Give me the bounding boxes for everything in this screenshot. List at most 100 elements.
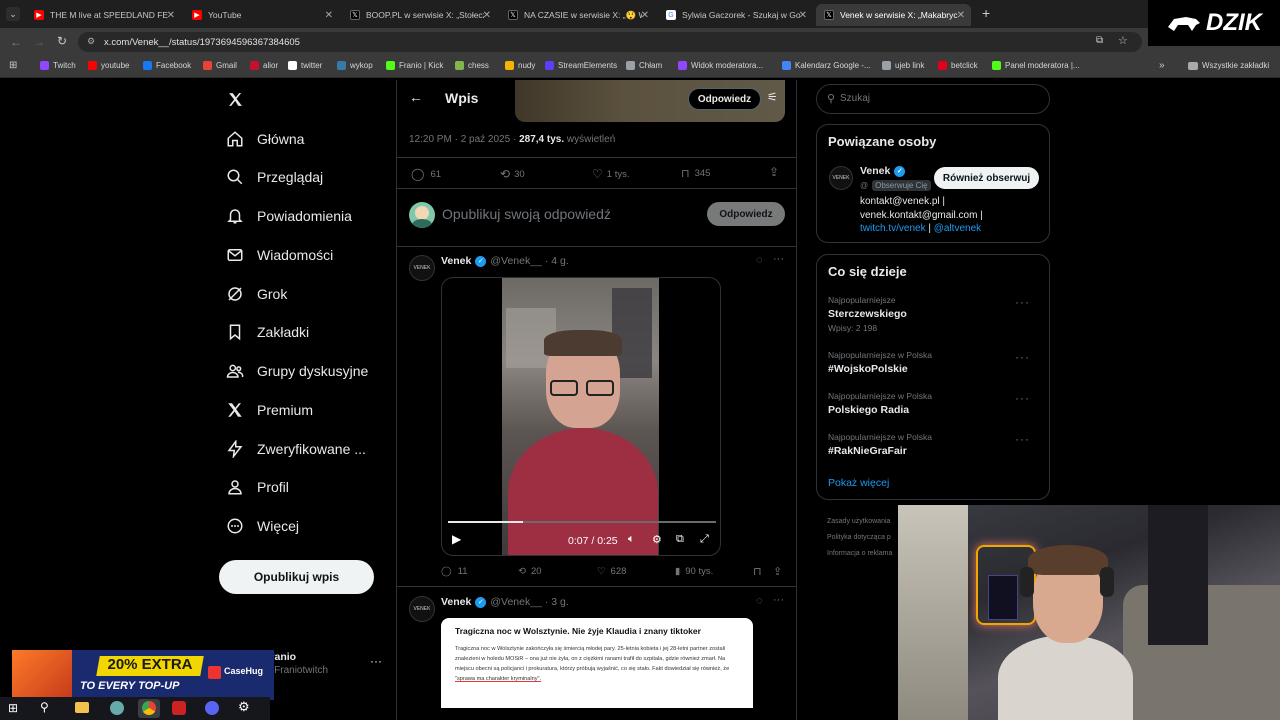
account-menu-icon[interactable]: ···	[370, 654, 382, 668]
bookmark-item[interactable]: Franio | Kick	[386, 61, 443, 70]
nav-item-10[interactable]: Profil	[226, 478, 289, 496]
x-logo-icon[interactable]	[227, 91, 244, 108]
volume-icon[interactable]: 🔈︎	[628, 533, 635, 546]
grok-icon[interactable]: ◌	[756, 595, 763, 607]
twitch-link[interactable]: twitch.tv/venek	[860, 223, 926, 234]
video-progress-track[interactable]	[448, 521, 716, 523]
file-explorer-icon[interactable]	[75, 702, 89, 713]
all-bookmarks-button[interactable]: Wszystkie zakładki	[1188, 61, 1269, 70]
nav-item-3[interactable]: Powiadomienia	[226, 207, 352, 225]
nav-item-1[interactable]: Główna	[226, 130, 304, 148]
windows-start-icon[interactable]: ⊞	[8, 701, 18, 715]
tab-search-icon[interactable]: ⌄	[6, 7, 20, 21]
browser-tab[interactable]: 𝕏 NA CZASIE w serwisie X: „😲 W ✕	[500, 4, 655, 26]
browser-tab[interactable]: ▶ THE M live at SPEEDLAND FEST ✕	[26, 4, 181, 26]
nav-item-7[interactable]: Grupy dyskusyjne	[226, 362, 368, 380]
more-options-icon[interactable]: ···	[773, 594, 784, 606]
close-tab-icon[interactable]: ✕	[483, 10, 491, 21]
close-tab-icon[interactable]: ✕	[167, 10, 175, 21]
browser-tab[interactable]: G Sylwia Gaczorek - Szukaj w Goo ✕	[658, 4, 813, 26]
address-bar[interactable]: ⚙ x.com/Venek__/status/19736945963673846…	[78, 32, 1142, 52]
bookmarks-more-button[interactable]: »	[1159, 60, 1165, 71]
chrome-taskbar-button[interactable]	[138, 699, 160, 718]
back-arrow-icon[interactable]: ←	[10, 35, 22, 49]
taskbar-search-icon[interactable]: ⚲	[40, 700, 49, 714]
nav-item-5[interactable]: Grok	[226, 285, 287, 303]
bookmark-item[interactable]: Twitch	[40, 61, 76, 70]
settings-gear-icon[interactable]: ⚙	[652, 533, 662, 546]
author-name[interactable]: Venek	[441, 255, 471, 267]
grok-icon[interactable]: ◌	[756, 254, 763, 266]
reply-input[interactable]: Opublikuj swoją odpowiedź	[442, 206, 611, 222]
bookmark-item[interactable]: Widok moderatora...	[678, 61, 763, 70]
sliders-icon[interactable]: ⚟	[767, 90, 778, 104]
reply-submit-button[interactable]: Odpowiedz	[707, 202, 785, 226]
trend-item[interactable]: Najpopularniejsze w Polska #RakNieGraFair…	[828, 432, 1038, 457]
close-tab-icon[interactable]: ✕	[799, 10, 807, 21]
casehug-ad-banner[interactable]: 20% EXTRA TO EVERY TOP-UP CaseHug	[12, 650, 274, 700]
reload-icon[interactable]: ↻	[57, 34, 67, 48]
browser-tab[interactable]: 𝕏 BOOP.PL w serwisie X: „Stołeczn ✕	[342, 4, 497, 26]
bookmark-item[interactable]: Kalendarz Google -...	[782, 61, 871, 70]
pip-icon[interactable]: ⧉	[676, 533, 684, 546]
browser-tab[interactable]: 𝕏 Venek w serwisie X: „Makabryc ✕	[816, 4, 971, 26]
bookmark-icon[interactable]: ⊓	[753, 565, 762, 578]
bookmark-item[interactable]: Facebook	[143, 61, 191, 70]
bookmark-item[interactable]: twitter	[288, 61, 322, 70]
venek-avatar[interactable]: VENEK	[409, 596, 435, 622]
bookmark-item[interactable]: ujeb link	[882, 61, 924, 70]
bookmark-item[interactable]: StreamElements	[545, 61, 617, 70]
nav-item-11[interactable]: Więcej	[226, 517, 299, 535]
reply1-reply-count[interactable]: ◯ 11	[441, 566, 468, 577]
bookmark-item[interactable]: wykop	[337, 61, 373, 70]
author-name[interactable]: Venek	[441, 596, 471, 608]
more-options-icon[interactable]: ···	[773, 253, 784, 265]
trend-item[interactable]: Najpopularniejsze Sterczewskiego Wpisy: 2 …	[828, 295, 1038, 333]
reply1-repost-count[interactable]: ⟲ 20	[518, 566, 542, 577]
video-player[interactable]: ▶ 0:07 / 0:25 🔈︎ ⚙ ⧉ ⤢	[441, 277, 721, 556]
reply-count[interactable]: ◯ 61	[411, 167, 441, 181]
bookmark-item[interactable]: alior	[250, 61, 278, 70]
back-arrow-icon[interactable]: ←	[409, 89, 423, 105]
play-icon[interactable]: ▶	[452, 532, 461, 546]
taskbar-app-icon[interactable]	[110, 701, 124, 715]
new-tab-button[interactable]: +	[982, 5, 990, 21]
repost-count[interactable]: ⟲ 30	[500, 167, 525, 181]
nav-item-9[interactable]: Zweryfikowane ...	[226, 440, 366, 458]
close-tab-icon[interactable]: ✕	[641, 10, 649, 21]
install-app-icon[interactable]: ⧉	[1096, 35, 1103, 46]
close-tab-icon[interactable]: ✕	[325, 10, 333, 21]
venek-avatar[interactable]: VENEK	[409, 255, 435, 281]
more-options-icon[interactable]: ···	[1015, 432, 1030, 446]
trend-item[interactable]: Najpopularniejsze w Polska Polskiego Radi…	[828, 391, 1038, 416]
nav-item-8[interactable]: Premium	[226, 401, 313, 419]
more-options-icon[interactable]: ···	[1015, 391, 1030, 405]
bookmark-item[interactable]: chess	[455, 61, 489, 70]
site-info-icon[interactable]: ⚙	[87, 36, 95, 47]
footer-policy-link[interactable]: Polityka dotycząca p	[827, 530, 892, 546]
altvenek-link[interactable]: @altvenek	[934, 223, 981, 234]
venek-avatar[interactable]: VENEK	[829, 166, 853, 190]
reply1-like-count[interactable]: ♡ 628	[597, 566, 626, 577]
footer-ads-link[interactable]: Informacja o reklama	[827, 546, 892, 562]
close-tab-icon[interactable]: ✕	[957, 10, 965, 21]
more-options-icon[interactable]: ···	[1015, 295, 1030, 309]
discord-icon[interactable]	[205, 701, 219, 715]
settings-gear-icon[interactable]: ⚙	[238, 699, 250, 715]
nav-item-4[interactable]: Wiadomości	[226, 246, 333, 264]
show-more-link[interactable]: Pokaż więcej	[828, 477, 889, 489]
bookmark-item[interactable]: youtube	[88, 61, 129, 70]
share-icon[interactable]: ⇪	[773, 565, 782, 578]
more-options-icon[interactable]: ···	[1015, 350, 1030, 364]
star-icon[interactable]: ☆	[1118, 34, 1128, 47]
nav-item-2[interactable]: Przeglądaj	[226, 168, 323, 186]
post-button[interactable]: Opublikuj wpis	[219, 560, 374, 594]
apps-grid-icon[interactable]: ⊞	[9, 60, 17, 71]
nav-item-6[interactable]: Zakładki	[226, 323, 309, 341]
bookmark-item[interactable]: Panel moderatora |...	[992, 61, 1080, 70]
article-screenshot[interactable]: Tragiczna noc w Wolsztynie. Nie żyje Kla…	[441, 618, 753, 708]
bookmark-item[interactable]: betclick	[938, 61, 978, 70]
fullscreen-icon[interactable]: ⤢	[700, 533, 709, 546]
search-input[interactable]: ⚲ Szukaj	[816, 84, 1050, 114]
share-icon[interactable]: ⇪	[769, 165, 779, 179]
